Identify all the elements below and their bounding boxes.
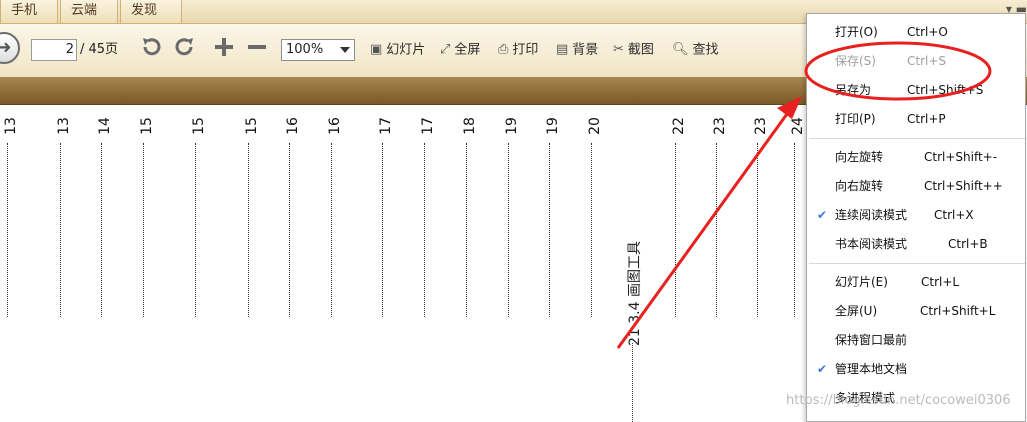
menu-item-rotate-right[interactable]: 向右旋转 Ctrl+Shift++ (807, 173, 1027, 199)
menu-item-always-on-top[interactable]: 保持窗口最前 (807, 327, 1027, 353)
menu-item-book-mode[interactable]: 书本阅读模式 Ctrl+B (807, 231, 1027, 257)
col-num: 24 (790, 117, 806, 135)
background-icon: ▤ (556, 42, 569, 57)
dotted-leader (549, 143, 550, 317)
dotted-leader (60, 143, 61, 317)
dotted-leader (7, 143, 8, 317)
col-num: 15 (191, 117, 207, 135)
find-button[interactable]: 🔍︎ 查找 (672, 38, 719, 62)
dotted-leader (101, 143, 102, 317)
page-total: / 45页 (80, 42, 119, 57)
col-num: 23 (753, 117, 769, 135)
col-num: 17 (420, 117, 436, 135)
screenshot-label: 截图 (627, 42, 654, 58)
col-num: 14 (97, 117, 113, 135)
chevron-down-icon (340, 47, 350, 53)
menu-separator (809, 138, 1025, 139)
col-num: 22 (671, 117, 687, 135)
tab-cloud-label: 云端 (71, 3, 98, 18)
printer-icon: ⎙ (498, 42, 509, 57)
col-num: 16 (285, 117, 301, 135)
tab-discover-label: 发现 (131, 3, 158, 18)
dotted-leader (143, 143, 144, 317)
scissors-icon: ✂ (613, 42, 624, 57)
col-num: 15 (244, 117, 260, 135)
dotted-leader (757, 143, 758, 317)
plus-icon (215, 38, 233, 56)
print-button[interactable]: ⎙ 打印 (498, 38, 538, 62)
col-num: 17 (378, 117, 394, 135)
tab-discover[interactable]: 发现 (120, 0, 182, 24)
col-num: 19 (504, 117, 520, 135)
menu-item-rotate-left[interactable]: 向左旋转 Ctrl+Shift+- (807, 144, 1027, 170)
col-num: 13 (56, 117, 72, 135)
dotted-leader (466, 143, 467, 317)
menu-item-continuous-mode[interactable]: ✔ 连续阅读模式 Ctrl+X (807, 202, 1027, 228)
section-heading-vertical: 21 3.4 画图工具 (627, 241, 643, 346)
col-num: 20 (587, 117, 603, 135)
rotate-right-button[interactable] (172, 35, 198, 63)
expand-icon: ⤢ (440, 42, 451, 57)
print-label: 打印 (512, 42, 539, 58)
search-icon: 🔍︎ (672, 42, 689, 57)
slideshow-label: 幻灯片 (386, 42, 426, 58)
dotted-leader (675, 143, 676, 317)
watermark: https://blog.csdn.net/cocowei0306 (786, 393, 1011, 408)
menu-item-slideshow[interactable]: 幻灯片(E) Ctrl+L (807, 269, 1027, 295)
dotted-leader (794, 143, 795, 317)
background-label: 背景 (572, 42, 599, 58)
col-num: 15 (139, 117, 155, 135)
page-current: 2 (65, 42, 74, 57)
col-num: 23 (712, 117, 728, 135)
tab-phone[interactable]: 手机 (0, 0, 58, 24)
next-page-button[interactable]: ➜ (0, 32, 20, 64)
check-icon: ✔ (817, 208, 828, 222)
projector-icon: ▣ (370, 42, 383, 57)
dotted-leader (632, 343, 633, 422)
dotted-leader (248, 143, 249, 317)
zoom-select[interactable]: 100% (281, 39, 355, 61)
fullscreen-button[interactable]: ⤢ 全屏 (440, 38, 480, 62)
tab-phone-label: 手机 (11, 3, 38, 18)
background-button[interactable]: ▤ 背景 (556, 38, 598, 62)
col-num: 16 (327, 117, 343, 135)
rotate-left-button[interactable] (138, 35, 164, 63)
rotate-left-icon (143, 38, 161, 56)
col-num: 13 (3, 117, 19, 135)
zoom-out-button[interactable] (244, 35, 270, 63)
dotted-leader (289, 143, 290, 317)
col-num: 19 (545, 117, 561, 135)
dotted-leader (382, 143, 383, 317)
minus-icon (248, 45, 266, 49)
menu-separator (809, 263, 1025, 264)
find-label: 查找 (692, 42, 719, 58)
menu-item-fullscreen[interactable]: 全屏(U) Ctrl+Shift+L (807, 298, 1027, 324)
dotted-leader (424, 143, 425, 317)
dotted-leader (591, 143, 592, 317)
dotted-leader (331, 143, 332, 317)
menu-item-print[interactable]: 打印(P) Ctrl+P (807, 106, 1027, 132)
fullscreen-label: 全屏 (454, 42, 481, 58)
dotted-leader (716, 143, 717, 317)
page-number-input[interactable]: 2 (31, 39, 77, 61)
dotted-leader (508, 143, 509, 317)
arrow-right-icon: ➜ (0, 37, 12, 58)
annotation-ellipse (804, 41, 992, 101)
rotate-right-icon (175, 38, 193, 56)
check-icon: ✔ (817, 362, 828, 376)
zoom-in-button[interactable] (211, 35, 237, 63)
col-num: 18 (462, 117, 478, 135)
dotted-leader (195, 143, 196, 317)
screenshot-button[interactable]: ✂ 截图 (613, 38, 654, 62)
zoom-value: 100% (286, 42, 324, 57)
slideshow-button[interactable]: ▣ 幻灯片 (370, 38, 425, 62)
tab-cloud[interactable]: 云端 (60, 0, 118, 24)
menu-item-manage-local-docs[interactable]: ✔ 管理本地文档 (807, 356, 1027, 382)
